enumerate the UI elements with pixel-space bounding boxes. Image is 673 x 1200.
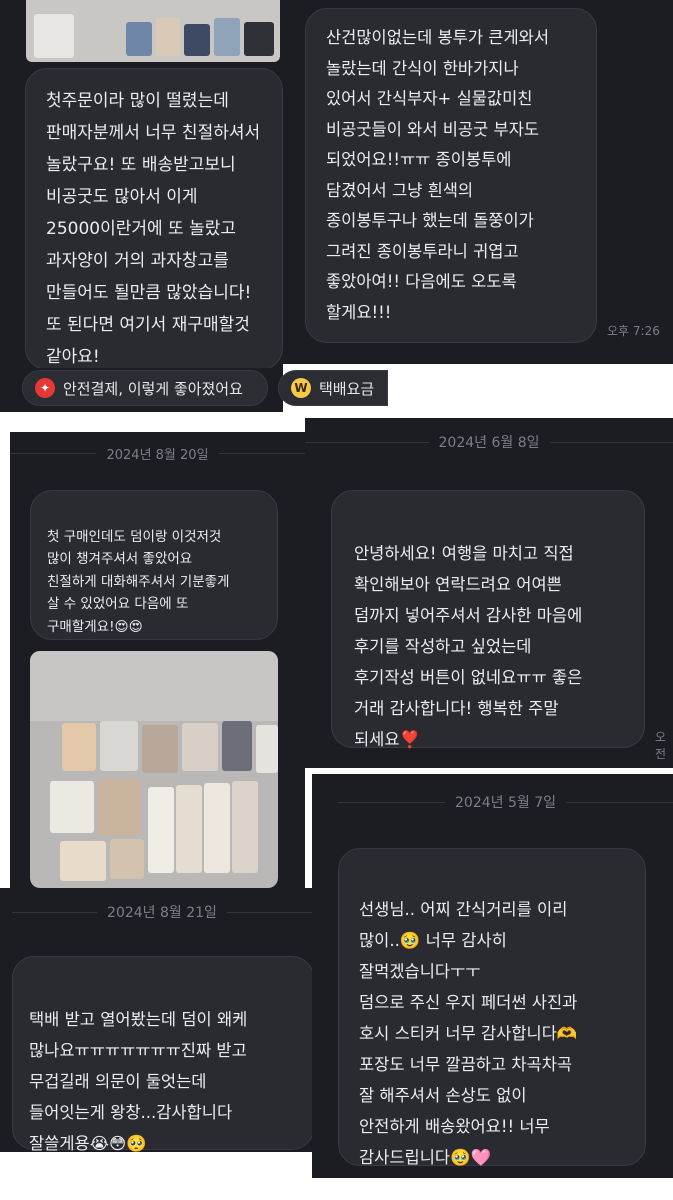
safe-pay-label: 안전결제, 이렇게 좋아졌어요 — [63, 379, 243, 398]
review-panel-4: 2024년 6월 8일 안녕하세요! 여행을 마치고 직접 확인해보아 연락드려… — [305, 418, 673, 768]
photo-strip — [26, 0, 280, 62]
holding-tears-pink-heart-emoji: 🥹🩷 — [450, 1148, 492, 1167]
crying-flushed-pleading-emoji: 😭😳🥺 — [89, 1134, 147, 1152]
review-panel-1: 첫주문이라 많이 떨렸는데 판매자분께서 너무 친절하셔서 놀랐구요! 또 배송… — [0, 0, 283, 412]
date-separator: 2024년 8월 20일 — [10, 444, 305, 463]
goods-photo[interactable] — [30, 651, 278, 888]
chip-bar: ✦ 안전결제, 이렇게 좋아졌어요 — [0, 368, 283, 412]
review-panel-3: 2024년 8월 20일 첫 구매인데도 덤이랑 이것저것 많이 챙겨주셔서 좋… — [10, 432, 305, 888]
review-message-4: 안녕하세요! 여행을 마치고 직접 확인해보아 연락드려요 어여쁜 덤까지 넣어… — [331, 490, 645, 749]
review-message-6: 선생님.. 어찌 간식거리를 이리 많이..🥹 너무 감사히 잘먹겠습니다ㅜㅜ … — [338, 848, 646, 1167]
review-message-5: 택배 받고 열어봤는데 덤이 왜케 많나요ㅠㅠㅠㅠㅠㅠㅠ진짜 받고 무겁길래 의… — [12, 956, 312, 1152]
heart-hands-emoji: 🫶 — [556, 1024, 578, 1043]
message-time: 오전 — [655, 730, 667, 761]
review-message-1: 첫주문이라 많이 떨렸는데 판매자분께서 너무 친절하셔서 놀랐구요! 또 배송… — [25, 68, 283, 370]
message-time: 오후 7:26 — [607, 324, 660, 338]
date-separator: 2024년 6월 8일 — [305, 432, 673, 452]
delivery-fee-label: 택배요금 — [319, 379, 375, 398]
review-panel-6: 2024년 5월 7일 선생님.. 어찌 간식거리를 이리 많이..🥹 너무 감… — [312, 774, 673, 1178]
safe-pay-icon: ✦ — [35, 378, 55, 398]
holding-tears-emoji: 🥹 — [399, 931, 421, 950]
heart-eyes-emoji: 😍😍 — [114, 618, 143, 635]
delivery-fee-chip[interactable]: W 택배요금 — [278, 370, 388, 406]
date-separator: 2024년 5월 7일 — [338, 792, 673, 812]
review-panel-5: 2024년 8월 21일 택배 받고 열어봤는데 덤이 왜케 많나요ㅠㅠㅠㅠㅠㅠ… — [0, 888, 312, 1152]
delivery-icon: W — [291, 378, 311, 398]
review-message-3: 첫 구매인데도 덤이랑 이것저것 많이 챙겨주셔서 좋았어요 친절하게 대화해주… — [30, 490, 278, 640]
review-message-2: 산건많이없는데 봉투가 큰게와서 놀랐는데 간식이 한바가지나 있어서 간식부자… — [305, 8, 597, 343]
safe-pay-chip[interactable]: ✦ 안전결제, 이렇게 좋아졌어요 — [22, 370, 268, 406]
heart-exclamation-emoji: ❣️ — [399, 730, 421, 749]
review-panel-2: 산건많이없는데 봉투가 큰게와서 놀랐는데 간식이 한바가지나 있어서 간식부자… — [283, 0, 673, 364]
date-separator: 2024년 8월 21일 — [12, 902, 312, 922]
